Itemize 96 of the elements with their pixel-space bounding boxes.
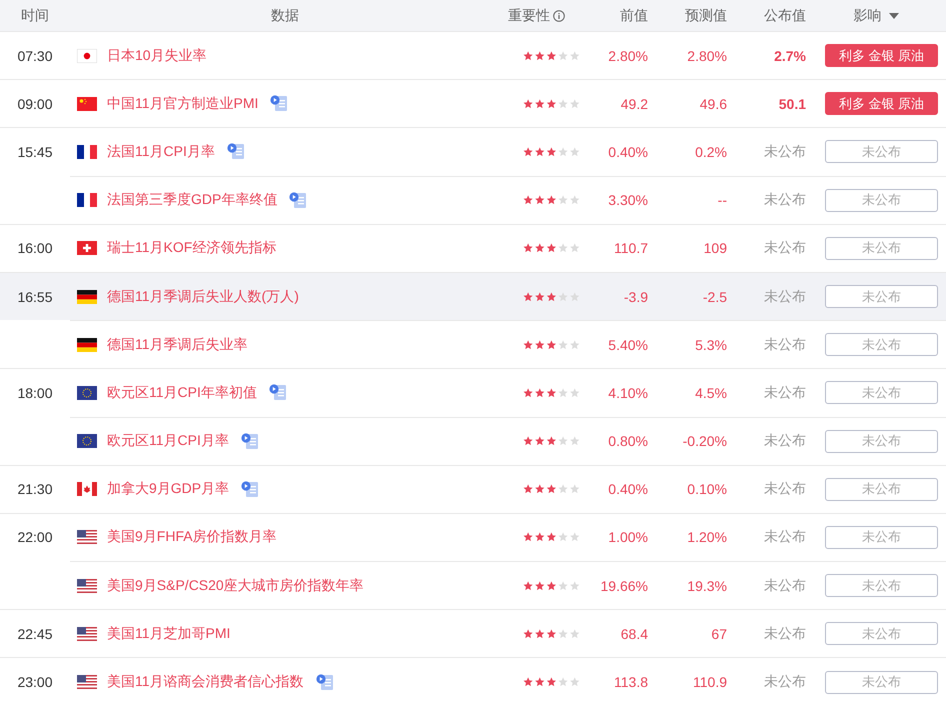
- indicator-name[interactable]: 美国9月S&P/CS20座大城市房价指数年率: [107, 576, 364, 595]
- column-header: 数据: [271, 6, 299, 24]
- actual-value: 未公布: [764, 142, 806, 161]
- indicator-name[interactable]: 美国9月FHFA房价指数月率: [107, 528, 277, 546]
- event-time: 16:55: [17, 288, 53, 305]
- column-header: 前值: [620, 6, 648, 24]
- actual-value: 未公布: [764, 239, 806, 258]
- previous-value: -3.9: [624, 288, 648, 305]
- forecast-value: 109: [704, 240, 727, 256]
- previous-value: 5.40%: [608, 336, 648, 353]
- actual-value: 未公布: [764, 191, 806, 210]
- impact-tag: 未公布: [825, 574, 938, 598]
- actual-value: 未公布: [764, 288, 806, 306]
- video-doc-icon[interactable]: [268, 384, 287, 402]
- video-doc-icon[interactable]: [316, 674, 334, 691]
- event-time: 07:30: [17, 48, 53, 64]
- impact-tag: 未公布: [825, 140, 938, 164]
- indicator-name[interactable]: 法国11月CPI月率: [107, 142, 215, 161]
- forecast-value: 0.2%: [695, 144, 727, 160]
- video-doc-icon[interactable]: [226, 143, 245, 160]
- column-header: 重要性: [508, 6, 550, 24]
- impact-tag: 利多 金银 原油: [825, 92, 938, 116]
- previous-value: 4.10%: [608, 384, 648, 401]
- impact-tag: 未公布: [825, 670, 938, 694]
- event-time: 23:00: [17, 674, 53, 690]
- actual-value: 未公布: [764, 384, 806, 402]
- previous-value: 49.2: [620, 96, 648, 112]
- previous-value: 3.30%: [608, 192, 648, 208]
- forecast-value: --: [718, 192, 727, 208]
- actual-value: 未公布: [764, 336, 806, 354]
- actual-value: 未公布: [764, 624, 806, 643]
- indicator-name[interactable]: 中国11月官方制造业PMI: [107, 94, 258, 113]
- impact-tag: 未公布: [825, 526, 938, 549]
- video-doc-icon[interactable]: [240, 432, 259, 450]
- previous-value: 110.7: [614, 240, 648, 256]
- indicator-name[interactable]: 日本10月失业率: [107, 46, 207, 65]
- event-time: 16:00: [17, 240, 53, 256]
- forecast-value: -2.5: [702, 288, 727, 305]
- actual-value: 未公布: [764, 528, 806, 546]
- event-time: 22:00: [17, 529, 53, 546]
- forecast-value: 67: [711, 626, 727, 642]
- forecast-value: 5.3%: [695, 336, 727, 353]
- forecast-value: -0.20%: [682, 433, 727, 450]
- column-header: 时间: [21, 6, 49, 24]
- previous-value: 0.40%: [608, 481, 648, 498]
- indicator-name[interactable]: 美国11月芝加哥PMI: [107, 624, 230, 643]
- forecast-value: 110.9: [693, 674, 727, 690]
- indicator-name[interactable]: 德国11月季调后失业人数(万人): [107, 288, 299, 306]
- forecast-value: 0.10%: [687, 481, 727, 498]
- previous-value: 2.80%: [608, 48, 648, 64]
- indicator-name[interactable]: 德国11月季调后失业率: [107, 336, 248, 354]
- previous-value: 68.4: [620, 626, 648, 642]
- event-time: 22:45: [17, 626, 53, 642]
- impact-tag: 未公布: [825, 188, 938, 212]
- previous-value: 19.66%: [600, 578, 648, 594]
- event-time: 15:45: [17, 144, 53, 160]
- previous-value: 113.8: [614, 674, 648, 690]
- forecast-value: 49.6: [700, 96, 727, 112]
- impact-tag: 未公布: [825, 333, 938, 356]
- column-header: 影响: [854, 6, 882, 24]
- forecast-value: 2.80%: [687, 48, 727, 64]
- impact-tag: 未公布: [825, 381, 938, 404]
- actual-value: 未公布: [764, 673, 806, 692]
- column-header: 公布值: [764, 6, 806, 24]
- impact-tag: 未公布: [825, 430, 938, 453]
- actual-value: 未公布: [764, 576, 806, 595]
- previous-value: 0.80%: [608, 433, 648, 450]
- indicator-name[interactable]: 法国第三季度GDP年率终值: [107, 191, 278, 210]
- indicator-name[interactable]: 美国11月谘商会消费者信心指数: [107, 673, 304, 692]
- impact-tag: 未公布: [825, 622, 938, 646]
- actual-value: 2.7%: [774, 48, 806, 64]
- video-doc-icon[interactable]: [289, 192, 308, 209]
- dropdown-caret-icon[interactable]: [888, 12, 898, 18]
- indicator-name[interactable]: 加拿大9月GDP月率: [107, 480, 230, 498]
- impact-tag: 利多 金银 原油: [825, 44, 938, 68]
- impact-tag: 未公布: [825, 236, 938, 260]
- column-header: 预测值: [685, 6, 727, 24]
- impact-tag: 未公布: [825, 285, 938, 308]
- actual-value: 50.1: [778, 96, 806, 112]
- event-time: 09:00: [17, 96, 53, 112]
- previous-value: 0.40%: [608, 144, 648, 160]
- video-doc-icon[interactable]: [270, 95, 288, 112]
- indicator-name[interactable]: 欧元区11月CPI月率: [107, 432, 229, 450]
- actual-value: 未公布: [764, 480, 806, 498]
- forecast-value: 1.20%: [687, 529, 727, 546]
- actual-value: 未公布: [764, 432, 806, 450]
- previous-value: 1.00%: [608, 529, 648, 546]
- video-doc-icon[interactable]: [241, 480, 260, 498]
- forecast-value: 4.5%: [695, 384, 727, 401]
- event-time: 18:00: [17, 384, 53, 401]
- indicator-name[interactable]: 瑞士11月KOF经济领先指标: [107, 239, 276, 258]
- info-icon[interactable]: [553, 10, 565, 22]
- forecast-value: 19.3%: [687, 578, 727, 594]
- event-time: 21:30: [17, 481, 53, 498]
- indicator-name[interactable]: 欧元区11月CPI年率初值: [107, 384, 257, 402]
- impact-tag: 未公布: [825, 478, 938, 501]
